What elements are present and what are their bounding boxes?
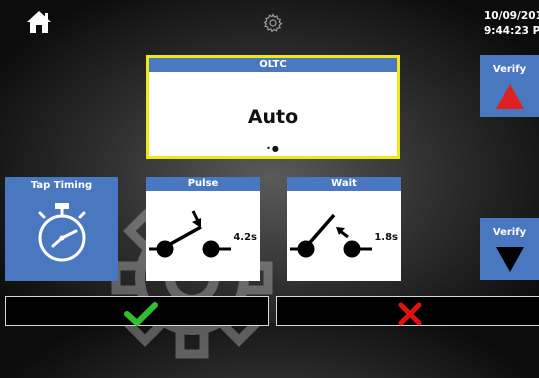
cancel-button[interactable] [276,296,539,326]
switch-closed-icon [149,210,231,258]
oltc-panel[interactable]: OLTC Auto •● [146,55,400,159]
pulse-value: 4.2s [233,232,257,243]
oltc-mode-value: Auto [247,106,299,128]
page-indicator: •● [266,144,280,153]
arrow-up-icon [496,84,524,109]
confirm-button[interactable] [5,296,269,326]
verify-raise-button[interactable]: Verify [480,55,539,117]
arrow-down-icon [496,247,524,272]
tap-timing-label: Tap Timing [30,180,93,191]
oltc-title: OLTC [149,58,397,72]
x-icon [398,302,422,326]
wait-setting-button[interactable]: Wait 1.8s [287,177,401,281]
home-icon[interactable] [26,10,52,34]
wait-title: Wait [287,177,401,191]
wait-value: 1.8s [374,232,398,243]
gear-icon[interactable] [263,13,283,33]
time-text: 9:44:23 PM [484,25,539,37]
stopwatch-icon [38,203,86,262]
date-text: 10/09/2019 [484,10,539,22]
verify-raise-label: Verify [492,64,527,75]
check-icon [124,302,158,326]
switch-open-icon [290,213,372,258]
tap-timing-button[interactable]: Tap Timing [5,177,118,281]
verify-lower-label: Verify [492,227,527,238]
pulse-setting-button[interactable]: Pulse 4.2s [146,177,260,281]
pulse-title: Pulse [146,177,260,191]
verify-lower-button[interactable]: Verify [480,218,539,280]
datetime-display: 10/09/2019 9:44:23 PM [484,9,539,39]
